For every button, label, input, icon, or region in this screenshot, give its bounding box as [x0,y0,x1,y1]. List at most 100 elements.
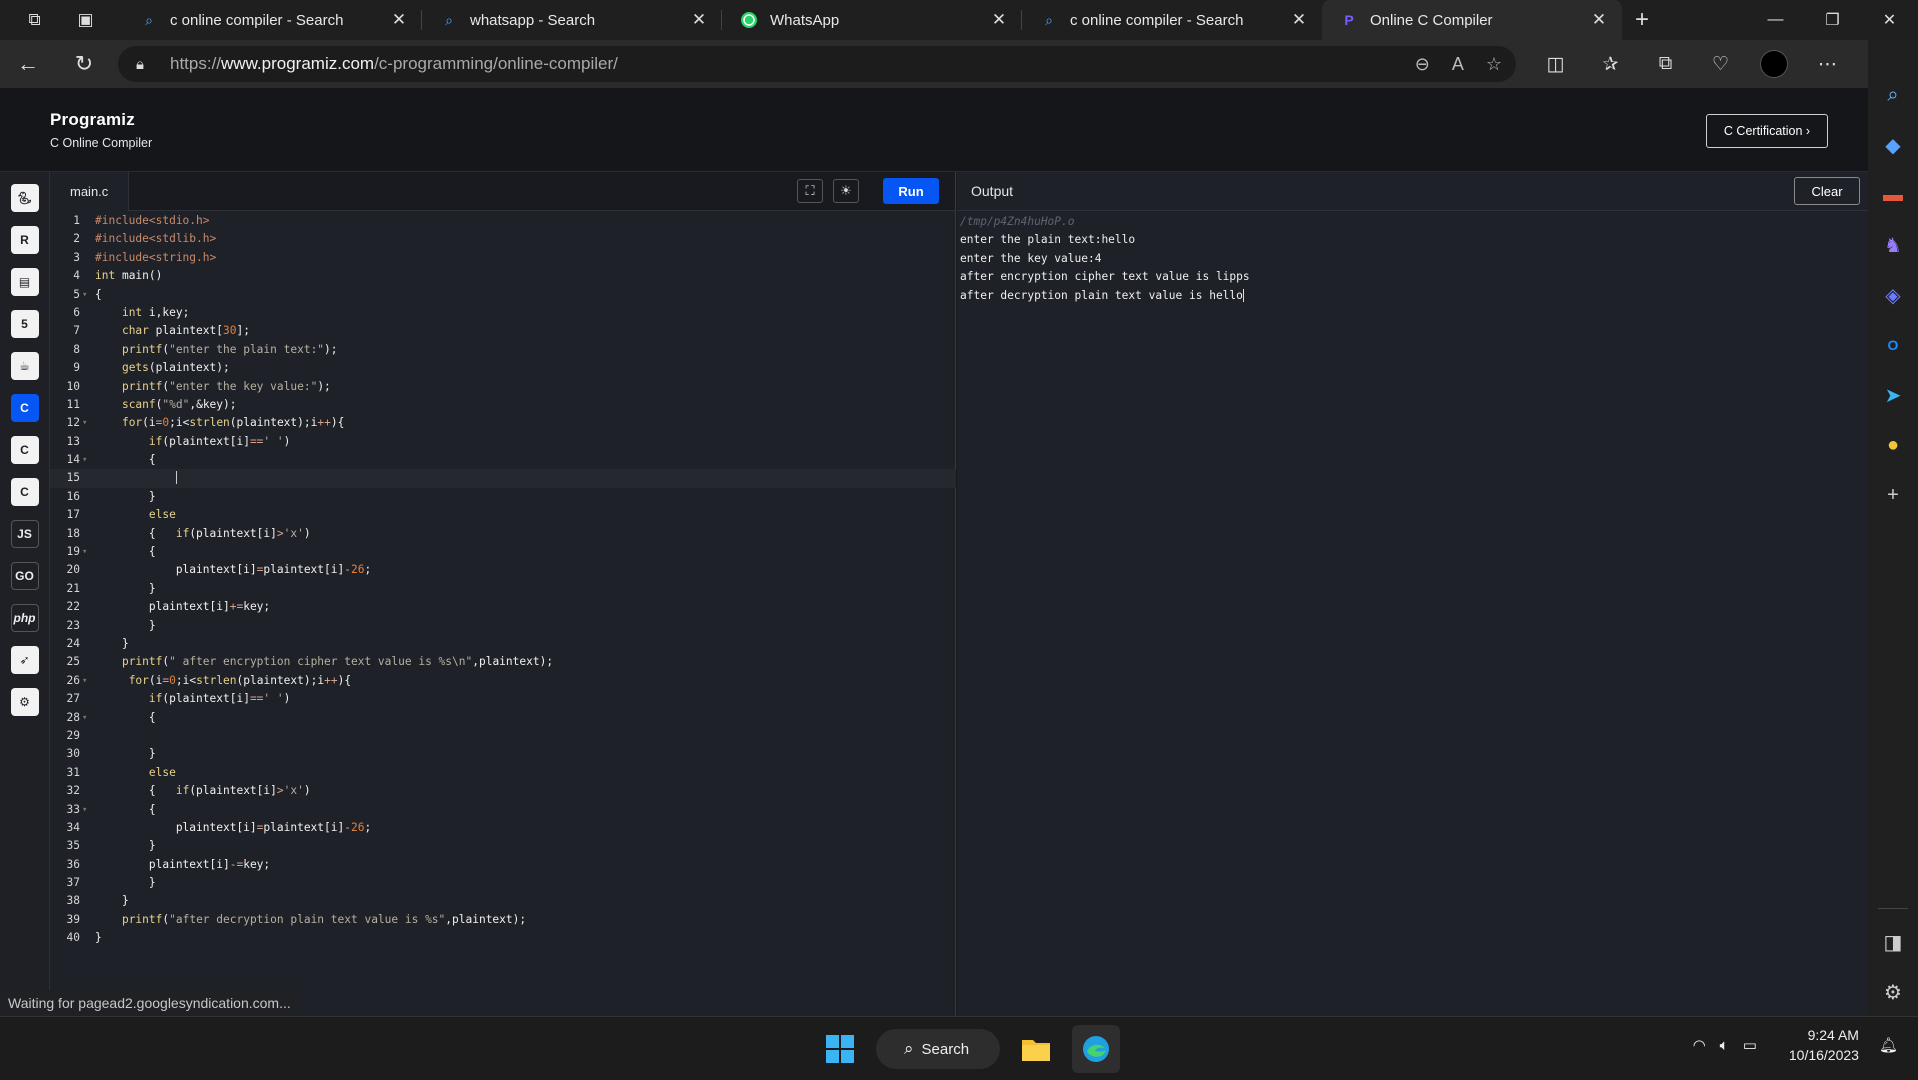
taskbar-search[interactable]: ⌕ Search [876,1029,1000,1069]
sidebar-settings-icon[interactable]: ⚙ [1868,967,1918,1017]
browser-tab-3[interactable]: WhatsApp ✕ [722,0,1022,40]
language-rail: 🐍︎ R ▤ 5 ☕︎ C C C JS GO php ➶ ⚙ [0,172,50,1016]
file-tab-main-c[interactable]: main.c [50,171,130,211]
wifi-icon[interactable]: ◠ [1693,1036,1706,1054]
cpp-icon[interactable]: C [10,436,39,464]
output-line: enter the plain text:hello [960,233,1136,247]
hide-sidebar-icon[interactable]: ◨ [1868,917,1918,967]
site-header: Programiz C Online Compiler C Certificat… [0,88,1868,172]
current-line: 15 [50,469,956,488]
outlook-icon[interactable]: O [1868,320,1918,370]
theme-toggle-icon[interactable]: ☀ [833,179,859,203]
output-pane: Output Clear /tmp/p4Zn4huHoP.o enter the… [957,172,1868,1016]
rewards-icon[interactable]: ● [1868,420,1918,470]
r-icon[interactable]: R [10,226,39,254]
rust-icon[interactable]: ⚙ [10,688,39,716]
tab-title: WhatsApp [770,11,840,29]
fullscreen-icon[interactable]: ⛶ [797,179,823,203]
notification-bell-icon[interactable]: 🔔︎ [1879,1036,1898,1054]
c-icon[interactable]: C [10,394,39,422]
drop-icon[interactable]: ➤ [1868,370,1918,420]
tab-actions: ⧉ ▣ [0,0,122,40]
html-icon[interactable]: 5 [10,310,39,338]
shopping-icon[interactable]: ◆ [1868,120,1918,170]
microsoft-365-icon[interactable]: ◈ [1868,270,1918,320]
close-icon[interactable]: ✕ [988,10,1010,30]
workspaces-icon[interactable]: ⧉ [28,10,40,30]
file-explorer-icon[interactable] [1012,1025,1060,1073]
close-icon[interactable]: ✕ [1588,10,1610,30]
search-icon: ⌕ [904,1039,914,1058]
tab-title: c online compiler - Search [170,11,344,29]
games-icon[interactable]: ♞ [1868,220,1918,270]
programiz-logo[interactable]: Programiz [50,110,135,130]
python-icon[interactable]: 🐍︎ [10,184,39,212]
battery-icon[interactable]: ▭ [1743,1036,1757,1054]
add-icon[interactable]: + [1868,470,1918,520]
browser-tab-1[interactable]: ⌕ c online compiler - Search ✕ [122,0,422,40]
sql-icon[interactable]: ▤ [10,268,39,296]
favorites-icon[interactable]: ✰ [1583,40,1638,88]
close-window-icon[interactable]: ✕ [1861,0,1918,40]
browser-status-tooltip: Waiting for pagead2.googlesyndication.co… [0,990,299,1016]
toolbar-icons: ◫ ✰ ⧉ ♡ ⋯ b [1528,40,1910,88]
search-icon: ⌕ [1045,11,1053,28]
php-icon[interactable]: php [10,604,39,632]
code-editor[interactable]: 1 #include<stdio.h> 2 #include<stdlib.h> 3… [50,212,956,948]
go-icon[interactable]: GO [10,562,39,590]
search-icon: ⌕ [145,11,153,28]
csharp-icon[interactable]: C [10,478,39,506]
back-icon[interactable]: ← [0,40,56,88]
page: Programiz C Online Compiler C Certificat… [0,88,1868,1016]
close-icon[interactable]: ✕ [1288,10,1310,30]
compiler-subtitle: C Online Compiler [50,136,153,150]
run-button[interactable]: Run [883,178,939,204]
clock[interactable]: 9:24 AM 10/16/2023 [1789,1025,1859,1065]
edge-browser-icon[interactable] [1072,1025,1120,1073]
favorite-star-icon[interactable]: ☆ [1486,54,1502,75]
profile-avatar[interactable] [1760,50,1788,78]
url-text[interactable]: https://www.programiz.com/c-programming/… [158,54,1415,74]
tools-icon[interactable]: ▬ [1868,170,1918,220]
close-icon[interactable]: ✕ [388,10,410,30]
lock-icon[interactable]: 🔒︎ [136,56,158,73]
swift-icon[interactable]: ➶ [10,646,39,674]
search-icon: ⌕ [445,11,453,28]
browser-essentials-icon[interactable]: ♡ [1693,40,1748,88]
address-bar[interactable]: 🔒︎ https://www.programiz.com/c-programmi… [118,46,1516,82]
split-screen-icon[interactable]: ◫ [1528,40,1583,88]
taskbar-search-label: Search [921,1040,970,1058]
minimize-icon[interactable]: — [1747,0,1804,40]
start-button[interactable] [816,1025,864,1073]
clock-time: 9:24 AM [1807,1027,1859,1043]
output-console[interactable]: /tmp/p4Zn4huHoP.o enter the plain text:h… [957,211,1868,307]
clear-button[interactable]: Clear [1794,177,1860,205]
editor-tabs: main.c ⛶ ☀ Run [50,171,955,211]
new-tab-button[interactable]: + [1622,6,1662,34]
more-menu-icon[interactable]: ⋯ [1800,40,1855,88]
output-path: /tmp/p4Zn4huHoP.o [960,215,1075,228]
tab-title: c online compiler - Search [1070,11,1244,29]
read-aloud-icon[interactable]: A [1452,54,1464,75]
close-icon[interactable]: ✕ [688,10,710,30]
browser-tab-4[interactable]: ⌕ c online compiler - Search ✕ [1022,0,1322,40]
c-certification-button[interactable]: C Certification › [1706,114,1828,148]
volume-icon[interactable]: 🔈︎ [1720,1037,1729,1054]
clock-date: 10/16/2023 [1788,1047,1859,1063]
javascript-icon[interactable]: JS [10,520,39,548]
tab-actions-icon[interactable]: ▣ [77,10,93,30]
edge-sidebar: ⌕ ◆ ▬ ♞ ◈ O ➤ ● + ◨ ⚙ [1868,40,1918,1016]
tab-title: whatsapp - Search [470,11,596,29]
output-line: after decryption plain text value is hel… [960,288,1244,302]
zoom-icon[interactable]: ⊖ [1415,54,1430,75]
browser-tab-2[interactable]: ⌕ whatsapp - Search ✕ [422,0,722,40]
browser-toolbar: ← ↻ 🔒︎ https://www.programiz.com/c-progr… [0,40,1918,88]
collections-icon[interactable]: ⧉ [1638,40,1693,88]
restore-icon[interactable]: ❐ [1804,0,1861,40]
browser-tab-5-active[interactable]: P Online C Compiler ✕ [1322,0,1622,40]
refresh-icon[interactable]: ↻ [56,40,112,88]
output-title: Output [971,183,1014,199]
search-icon[interactable]: ⌕ [1868,70,1918,120]
windows-taskbar: ⌕ Search ◠ 🔈︎ ▭ 9:24 AM 10/16/2023 🔔︎ [0,1016,1918,1080]
java-icon[interactable]: ☕︎ [10,352,39,380]
